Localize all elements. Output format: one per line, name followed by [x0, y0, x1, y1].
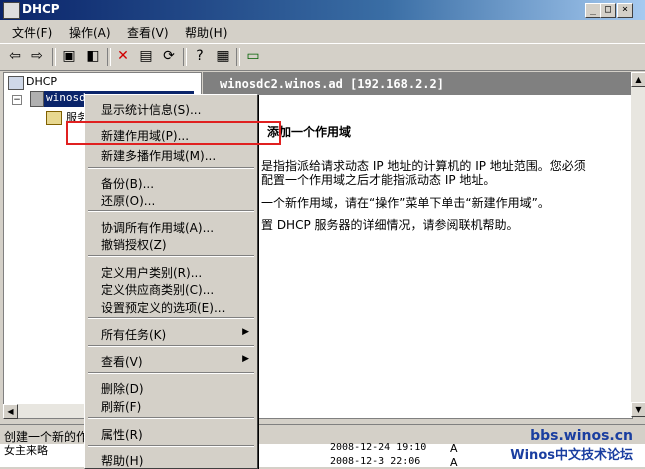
forward-arrow-icon[interactable]: ⇨	[28, 47, 46, 65]
menu-action[interactable]: 操作(A)	[69, 24, 111, 41]
scroll-up-icon[interactable]: ▲	[631, 72, 645, 87]
menu-help[interactable]: 帮助(H)	[185, 24, 227, 41]
menu-new-multicast-scope[interactable]: 新建多播作用域(M)...	[101, 147, 216, 164]
menu-separator	[88, 345, 254, 347]
scroll-left-icon[interactable]: ◀	[3, 404, 18, 419]
background-flag-1: A	[450, 442, 458, 455]
background-date-1: 2008-12-24 19:10	[330, 442, 427, 453]
delete-icon[interactable]: ✕	[114, 47, 132, 65]
refresh-icon[interactable]: ⟳	[160, 47, 178, 65]
menu-separator	[88, 372, 254, 374]
menu-set-predefined-options[interactable]: 设置预定义的选项(E)...	[101, 299, 225, 316]
dhcp-app-icon	[3, 2, 20, 19]
menu-restore[interactable]: 还原(O)...	[101, 192, 155, 209]
details-header-title: winosdc2.winos.ad [192.168.2.2]	[220, 77, 444, 91]
collapse-toggle[interactable]: −	[12, 95, 22, 105]
watermark-url: bbs.winos.cn	[530, 428, 633, 444]
toolbar-separator	[183, 48, 187, 66]
watermark-forum: Winos中文技术论坛	[510, 448, 633, 463]
highlight-box	[66, 121, 281, 145]
menu-bar: 文件(F) 操作(A) 查看(V) 帮助(H)	[0, 20, 645, 42]
menu-unauthorize[interactable]: 撤销授权(Z)	[101, 236, 167, 253]
details-header: winosdc2.winos.ad [192.168.2.2]	[204, 73, 632, 95]
monitor-icon[interactable]: ▭	[244, 47, 262, 65]
menu-separator	[88, 167, 254, 169]
menu-define-vendor-classes[interactable]: 定义供应商类别(C)...	[101, 281, 214, 298]
close-button[interactable]: ×	[617, 3, 633, 18]
toolbar-separator	[236, 48, 240, 66]
back-arrow-icon[interactable]: ⇦	[6, 47, 24, 65]
menu-reconcile-all-scopes[interactable]: 协调所有作用域(A)...	[101, 219, 214, 236]
toolbar: ⇦ ⇨ ▣ ◧ ✕ ▤ ⟳ ? ▦ ▭	[0, 43, 645, 71]
tree-root-label[interactable]: DHCP	[26, 75, 57, 88]
minimize-button[interactable]: _	[585, 3, 601, 18]
context-menu: 显示统计信息(S)... 新建作用域(P)... 新建多播作用域(M)... 备…	[84, 94, 258, 469]
scroll-down-icon[interactable]: ▼	[631, 402, 645, 417]
show-tree-icon[interactable]: ◧	[84, 47, 102, 65]
toolbar-separator	[52, 48, 56, 66]
menu-help[interactable]: 帮助(H)	[101, 452, 143, 469]
folder-icon	[46, 111, 62, 125]
submenu-arrow-icon: ▶	[242, 327, 249, 337]
maximize-button[interactable]: □	[600, 3, 616, 18]
menu-view[interactable]: 查看(V)	[127, 24, 169, 41]
title-bar: DHCP _ □ ×	[0, 0, 645, 20]
window-title: DHCP	[22, 2, 60, 16]
dhcp-root-icon	[8, 76, 24, 90]
details-line-4: 置 DHCP 服务器的详细情况，请参阅联机帮助。	[261, 218, 519, 232]
up-folder-icon[interactable]: ▣	[60, 47, 78, 65]
menu-view[interactable]: 查看(V)	[101, 353, 143, 370]
properties-icon[interactable]: ▤	[137, 47, 155, 65]
menu-backup[interactable]: 备份(B)...	[101, 175, 154, 192]
background-flag-2: A	[450, 456, 458, 469]
menu-refresh[interactable]: 刷新(F)	[101, 398, 141, 415]
details-line-3: 一个新作用域，请在“操作”菜单下单击“新建作用域”。	[261, 196, 550, 210]
menu-all-tasks[interactable]: 所有任务(K)	[101, 326, 166, 343]
export-list-icon[interactable]: ▦	[214, 47, 232, 65]
help-icon[interactable]: ?	[191, 47, 209, 65]
menu-separator	[88, 417, 254, 419]
menu-separator	[88, 255, 254, 257]
background-list-item: 女主来略	[4, 444, 48, 457]
menu-separator	[88, 210, 254, 212]
menu-show-statistics[interactable]: 显示统计信息(S)...	[101, 101, 201, 118]
menu-file[interactable]: 文件(F)	[12, 24, 52, 41]
menu-define-user-classes[interactable]: 定义用户类别(R)...	[101, 264, 202, 281]
menu-delete[interactable]: 删除(D)	[101, 380, 144, 397]
submenu-arrow-icon: ▶	[242, 354, 249, 364]
background-date-2: 2008-12-3 22:06	[330, 456, 421, 467]
menu-separator	[88, 445, 254, 447]
toolbar-separator	[107, 48, 111, 66]
menu-properties[interactable]: 属性(R)	[101, 426, 143, 443]
server-icon	[30, 91, 44, 107]
vertical-scrollbar[interactable]: ▲ ▼	[631, 72, 645, 417]
details-line-2: 配置一个作用域之后才能指派动态 IP 地址。	[261, 173, 496, 187]
menu-separator	[88, 317, 254, 319]
